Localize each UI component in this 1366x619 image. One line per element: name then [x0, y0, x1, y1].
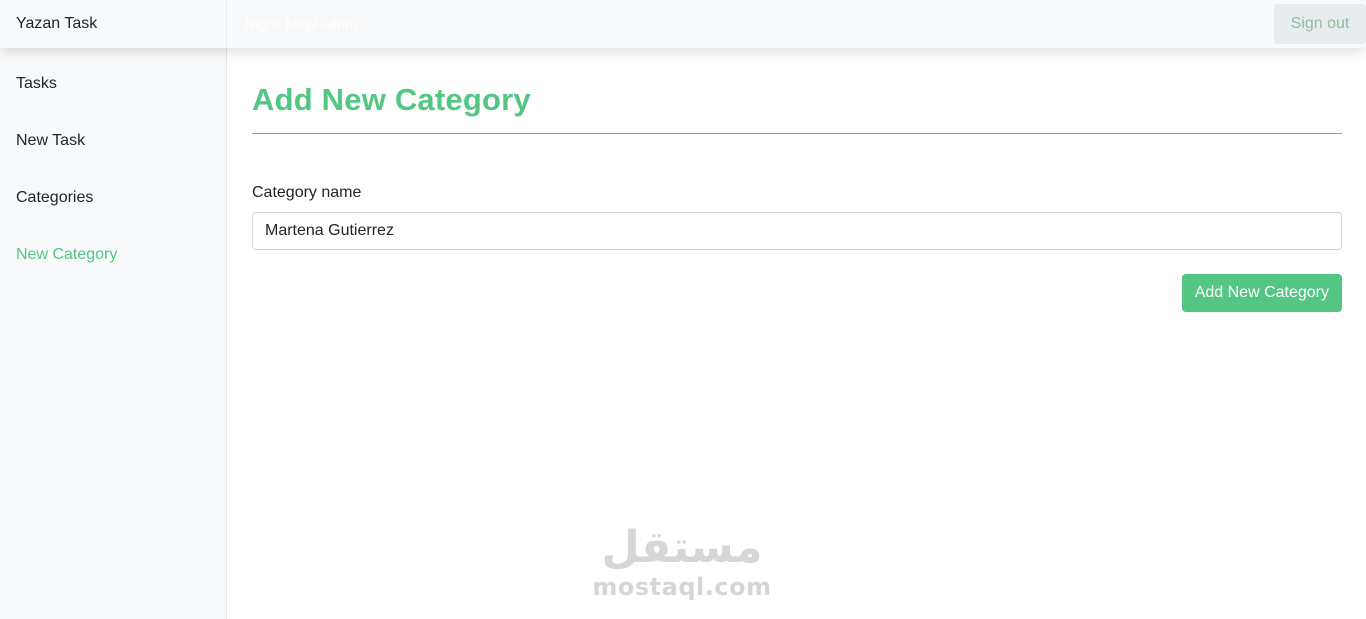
navbar-search	[227, 0, 1366, 48]
watermark-latin-text: mostaql.com	[592, 573, 772, 601]
sidebar-item-new-category[interactable]: New Category	[0, 243, 226, 300]
category-name-input[interactable]	[252, 212, 1342, 250]
top-navbar: Yazan Task Sign out	[0, 0, 1366, 48]
category-name-label: Category name	[252, 184, 362, 201]
page-title: Add New Category	[252, 82, 531, 117]
brand-title[interactable]: Yazan Task	[0, 0, 227, 48]
mostaql-watermark: مستقل mostaql.com	[592, 522, 772, 600]
main-content: Add New Category Category name Add New C…	[252, 48, 1342, 312]
sidebar-item-tasks[interactable]: Tasks	[0, 72, 226, 129]
search-input[interactable]	[243, 14, 547, 34]
form-actions: Add New Category	[252, 274, 1342, 312]
watermark-arabic-text: مستقل	[601, 522, 763, 573]
sidebar: Tasks New Task Categories New Category	[0, 48, 227, 619]
add-new-category-button[interactable]: Add New Category	[1181, 274, 1342, 312]
sidebar-item-new-task[interactable]: New Task	[0, 129, 226, 186]
title-divider	[252, 133, 1342, 134]
sign-out-button[interactable]: Sign out	[1274, 4, 1366, 44]
sidebar-item-categories[interactable]: Categories	[0, 186, 226, 243]
